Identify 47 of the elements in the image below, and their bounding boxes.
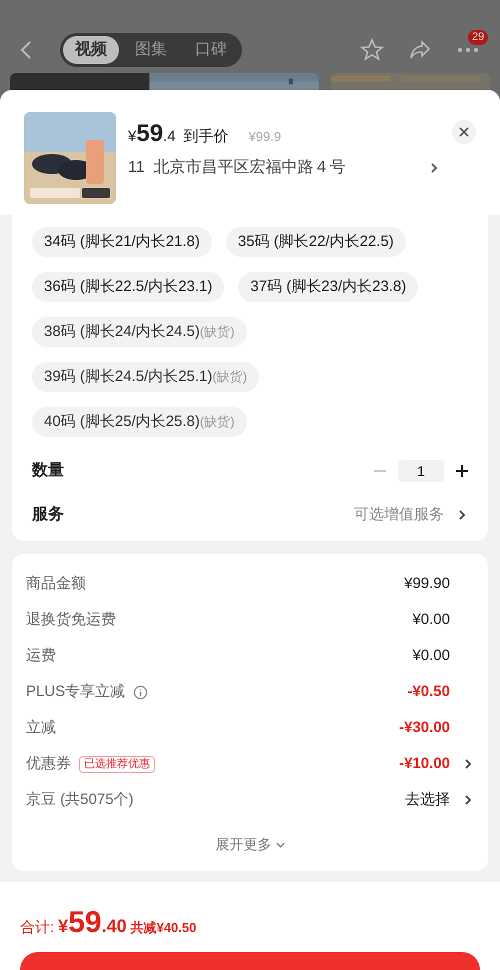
close-button[interactable] (452, 120, 476, 144)
quantity-field[interactable]: 1 (398, 460, 444, 482)
size-option[interactable]: 39码 (脚长24.5/内长25.1)(缺货) (32, 362, 260, 392)
size-option[interactable]: 37码 (脚长23/内长23.8) (238, 272, 418, 302)
total-savings: 共减¥40.50 (130, 919, 196, 937)
fee-value: ¥0.00 (412, 610, 450, 630)
media-tab[interactable]: 口碑 (183, 36, 239, 64)
fee-value: -¥30.00 (399, 718, 450, 738)
service-option[interactable]: 可选增值服务 (354, 504, 444, 526)
fee-label: 退换货免运费 (26, 610, 116, 630)
close-icon (459, 127, 469, 137)
fee-label: 京豆 (共5075个) (26, 790, 134, 810)
fee-label: 优惠券 (26, 754, 71, 774)
notification-badge: 29 (468, 30, 488, 45)
size-option[interactable]: 40码 (脚长25/内长25.8)(缺货) (32, 407, 247, 437)
fee-label: 运费 (26, 646, 56, 666)
fee-value[interactable]: -¥10.00 (399, 752, 450, 776)
fee-value[interactable]: 去选择 (405, 788, 450, 812)
media-tab[interactable]: 图集 (123, 36, 179, 64)
total-label: 合计: (20, 918, 54, 938)
size-option[interactable]: 38码 (脚长24/内长24.5)(缺货) (32, 317, 247, 347)
info-icon[interactable] (133, 684, 148, 700)
total-price: ¥59.40 (58, 905, 127, 941)
coupon-tag: 已选推荐优惠 (79, 756, 155, 772)
fee-label: PLUS专享立减 (26, 682, 126, 702)
checkout-button[interactable] (20, 952, 480, 970)
price-label: 到手价 (184, 127, 229, 147)
fee-label: 立减 (26, 718, 56, 738)
price: ¥59.4 (128, 119, 176, 149)
delivery-address[interactable]: 11 北京市昌平区宏福中路４号 (128, 156, 428, 180)
quantity-label: 数量 (32, 461, 65, 481)
service-label: 服务 (32, 504, 65, 525)
media-tab[interactable]: 视频 (63, 36, 119, 64)
fee-value: ¥0.00 (412, 646, 450, 666)
plus-icon[interactable] (456, 465, 468, 477)
original-price: ¥99.9 (248, 128, 282, 146)
fee-label: 商品金额 (26, 574, 86, 594)
size-option[interactable]: 35码 (脚长22/内长22.5) (226, 227, 406, 257)
fee-value: -¥0.50 (407, 682, 450, 702)
more-icon[interactable] (456, 46, 480, 54)
star-icon[interactable] (360, 38, 384, 62)
size-option[interactable]: 36码 (脚长22.5/内长23.1) (32, 272, 224, 302)
size-option[interactable]: 34码 (脚长21/内长21.8) (32, 227, 212, 257)
chevron-down-icon (276, 842, 284, 848)
fee-value: ¥99.90 (404, 574, 450, 594)
back-icon[interactable] (20, 40, 32, 60)
expand-more-button[interactable]: 展开更多 (216, 834, 284, 855)
